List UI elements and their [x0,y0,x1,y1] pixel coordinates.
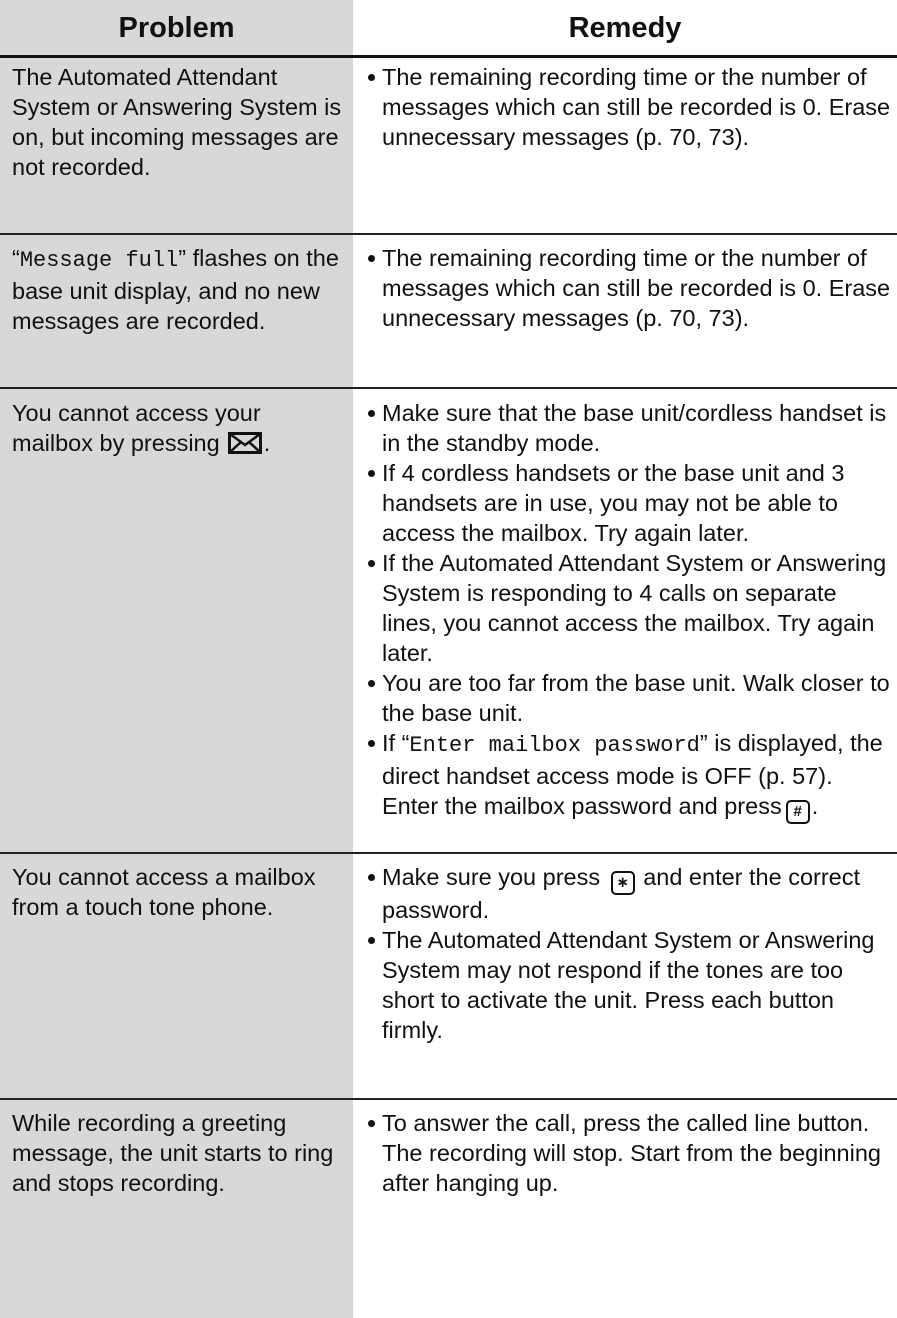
star-key-icon: ∗ [610,871,635,895]
row-divider [0,852,897,854]
remedy-bullet: If “Enter mailbox password” is displayed… [368,728,892,824]
row-divider [0,387,897,389]
remedy-bullet: The remaining recording time or the numb… [368,243,892,333]
problem-cell: You cannot access a mailbox from a touch… [12,864,316,920]
remedy-bullet: The Automated Attendant System or Answer… [368,925,892,1045]
remedy-cell: Make sure you press ∗ and enter the corr… [368,862,892,1045]
mailbox-envelope-icon [227,431,262,461]
remedy-cell: The remaining recording time or the numb… [368,62,892,152]
problem-cell: “Message full” flashes on the base unit … [12,245,339,334]
problem-cell: While recording a greeting message, the … [12,1110,334,1196]
remedy-bullet: Make sure that the base unit/cordless ha… [368,398,892,458]
remedy-header: Remedy [568,12,682,44]
remedy-bullet: Make sure you press ∗ and enter the corr… [368,862,892,925]
problem-cell: You cannot access your mailbox by pressi… [12,398,346,461]
remedy-cell: Make sure that the base unit/cordless ha… [368,398,892,824]
problem-header: Problem [118,12,235,44]
display-message-text: Enter mailbox password [409,733,700,758]
problem-cell: The Automated Attendant System or Answer… [12,64,342,180]
remedy-bullet: You are too far from the base unit. Walk… [368,668,892,728]
row-divider [0,1098,897,1100]
troubleshooting-table: Problem Remedy The Automated Attendant S… [0,0,897,1318]
remedy-cell: The remaining recording time or the numb… [368,243,892,333]
remedy-bullet: If the Automated Attendant System or Ans… [368,548,892,668]
remedy-bullet: If 4 cordless handsets or the base unit … [368,458,892,548]
row-divider [0,233,897,235]
remedy-cell: To answer the call, press the called lin… [368,1108,892,1198]
remedy-bullet: To answer the call, press the called lin… [368,1108,892,1198]
display-message-text: Message full [19,248,179,273]
header-divider [0,55,897,58]
remedy-bullet: The remaining recording time or the numb… [368,62,892,152]
hash-key-icon: # [785,800,810,824]
table-header: Problem Remedy [0,0,897,55]
